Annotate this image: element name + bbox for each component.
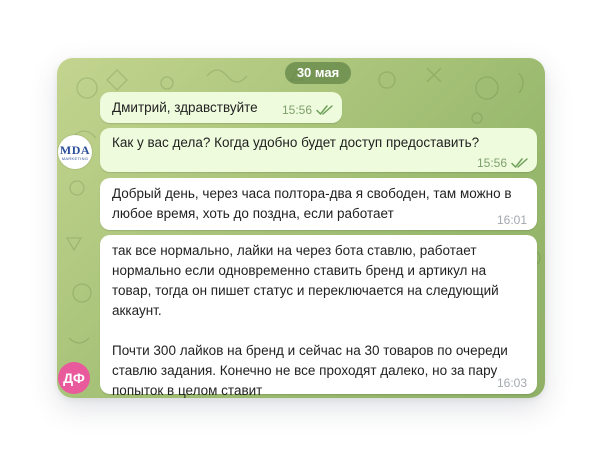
message-text: Как у вас дела? Когда удобно будет досту… [112, 135, 480, 150]
chat-panel: 30 мая Дмитрий, здравствуйте 15:56 Как у… [57, 58, 545, 398]
message-text: Добрый день, через часа полтора-два я св… [112, 186, 516, 221]
avatar-initials: ДФ [63, 370, 85, 386]
outgoing-message[interactable]: Дмитрий, здравствуйте 15:56 [100, 92, 342, 123]
avatar-logo-text: MDA [59, 142, 91, 157]
avatar-logo-subtext: MARKETING [61, 155, 89, 161]
outgoing-message[interactable]: Как у вас дела? Когда удобно будет досту… [100, 128, 537, 172]
date-separator: 30 мая [285, 62, 351, 84]
message-time: 15:56 [281, 103, 312, 117]
incoming-message[interactable]: так все нормально, лайки на через бота с… [100, 235, 537, 398]
message-meta: 15:56 [477, 153, 529, 173]
message-meta: 16:03 [497, 373, 527, 393]
incoming-message[interactable]: Добрый день, через часа полтора-два я св… [100, 178, 537, 230]
message-text: так все нормально, лайки на через бота с… [112, 243, 508, 398]
message-time: 16:03 [496, 376, 527, 390]
message-text: Дмитрий, здравствуйте [112, 100, 258, 115]
message-time: 16:01 [496, 213, 527, 227]
sender-avatar[interactable]: ДФ [58, 362, 90, 394]
message-meta: 15:56 [282, 100, 334, 120]
message-time: 15:56 [476, 156, 507, 170]
message-meta: 16:01 [497, 210, 527, 230]
double-check-icon [511, 158, 528, 168]
double-check-icon [316, 105, 333, 115]
sender-avatar[interactable]: MDA MARKETING [58, 135, 92, 169]
